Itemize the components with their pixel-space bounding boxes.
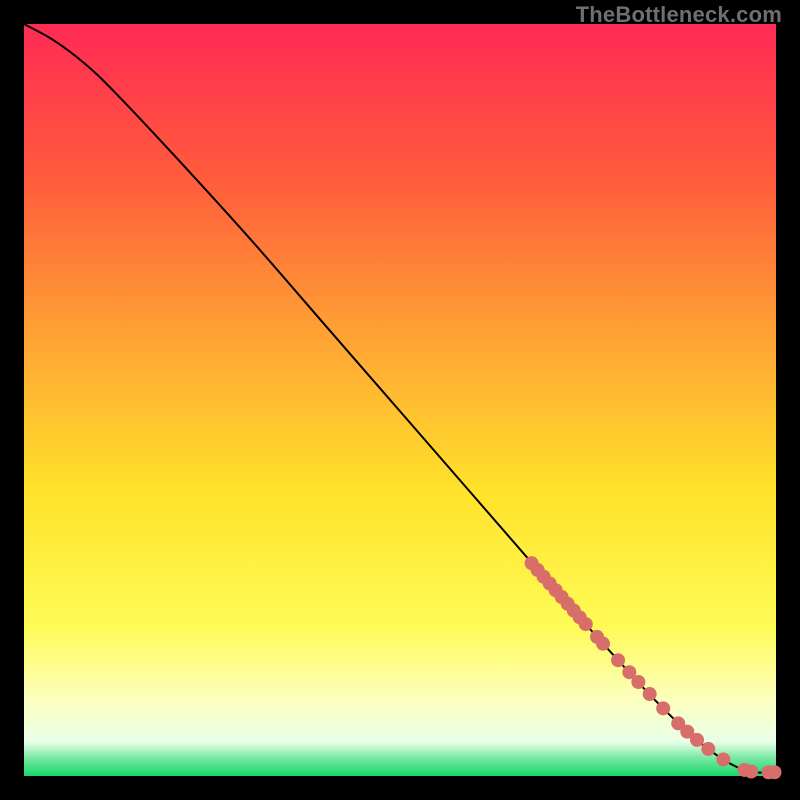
data-marker: [716, 752, 730, 766]
data-marker: [690, 733, 704, 747]
data-marker: [656, 701, 670, 715]
plot-background: [24, 24, 776, 776]
chart-stage: TheBottleneck.com: [0, 0, 800, 800]
chart-svg: [0, 0, 800, 800]
data-marker: [767, 765, 781, 779]
data-marker: [701, 742, 715, 756]
data-marker: [596, 637, 610, 651]
data-marker: [744, 764, 758, 778]
data-marker: [611, 653, 625, 667]
data-marker: [579, 617, 593, 631]
data-marker: [643, 687, 657, 701]
data-marker: [631, 675, 645, 689]
watermark-text: TheBottleneck.com: [576, 2, 782, 28]
